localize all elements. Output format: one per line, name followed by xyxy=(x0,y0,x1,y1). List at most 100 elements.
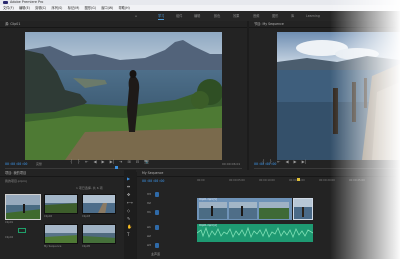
source-timecode[interactable]: 00:00:00:00 xyxy=(5,162,27,166)
project-thumb-label: Clip05 xyxy=(82,245,91,248)
timeline-sequence-tab[interactable]: My Sequence xyxy=(142,170,163,177)
selection-tool-icon[interactable]: ▶ xyxy=(127,176,130,181)
source-scrub-bar[interactable] xyxy=(5,168,242,169)
video-clip-label: Clip01.mp4 [V] xyxy=(199,198,217,201)
program-mark-in-button[interactable]: { xyxy=(262,158,265,166)
overwrite-button[interactable]: ⊟ xyxy=(136,158,139,166)
source-monitor-title[interactable]: 源: Clip01 xyxy=(5,21,20,28)
mark-out-button[interactable]: } xyxy=(78,158,81,166)
project-panel: 项目: 我的项目 我的项目.prproj 1 项已选择, 共 6 项 Clip0… xyxy=(0,170,124,259)
track-label-v2: V2 xyxy=(147,201,151,205)
project-header: 项目: 我的项目 xyxy=(0,170,124,177)
program-go-to-in-button[interactable]: ⇤ xyxy=(277,158,280,166)
source-fit-label[interactable]: 完整 xyxy=(36,162,42,166)
ruler-tick: 00:00:05:00 xyxy=(229,179,245,182)
step-back-button[interactable]: ◀ xyxy=(93,158,96,166)
thumb-hills-image xyxy=(83,225,115,243)
go-to-in-button[interactable]: ⇤ xyxy=(85,158,88,166)
project-item-count: 1 项已选择, 共 6 项 xyxy=(76,186,103,190)
program-step-back-button[interactable]: ◀ xyxy=(285,158,288,166)
timeline-video-clip[interactable]: Clip01.mp4 [V] xyxy=(197,198,292,220)
project-filename: 我的项目.prproj xyxy=(5,179,27,183)
track-label-v1: V1 xyxy=(147,210,151,214)
project-thumb-clip02[interactable] xyxy=(44,194,78,214)
lake-landscape-image xyxy=(25,32,222,160)
track-label-a3: A3 xyxy=(147,243,151,247)
step-forward-button[interactable]: ▶| xyxy=(110,158,114,166)
workspace-tab-learn[interactable]: 学习 xyxy=(158,11,165,21)
play-button[interactable]: ▶ xyxy=(102,158,105,166)
project-thumb-label: Clip04 xyxy=(5,236,14,239)
thumb-field-image xyxy=(45,225,77,243)
project-thumb-clip01[interactable] xyxy=(5,194,41,220)
thumb-dock-image xyxy=(83,195,115,213)
timeline-playhead[interactable] xyxy=(297,178,300,181)
program-monitor-title[interactable]: 节目: My Sequence xyxy=(254,21,284,28)
source-monitor-header: 源: Clip01 xyxy=(0,21,247,28)
sequence-icon[interactable] xyxy=(18,228,26,233)
track-target-v3[interactable] xyxy=(155,192,159,197)
hand-tool-icon[interactable]: ✋ xyxy=(127,224,132,229)
project-thumb-clip05[interactable] xyxy=(82,224,116,244)
mark-in-button[interactable]: { xyxy=(70,158,73,166)
export-frame-icon[interactable]: 📷 xyxy=(144,158,149,166)
workspace-tab-audio[interactable]: 音频 xyxy=(253,11,259,21)
project-thumb-clip04[interactable] xyxy=(44,224,78,244)
timeline-video-clip-2[interactable] xyxy=(293,198,313,220)
track-label-a2: A2 xyxy=(147,234,151,238)
workspace-tab-learning[interactable]: Learning xyxy=(306,11,320,21)
timeline-timecode[interactable]: 00:00:00:00 xyxy=(142,179,164,183)
project-title[interactable]: 项目: 我的项目 xyxy=(5,170,26,177)
project-thumb-label: Clip03 xyxy=(82,215,91,218)
program-video-frame[interactable] xyxy=(277,32,400,160)
rate-stretch-tool-icon[interactable]: ⟷ xyxy=(127,200,133,205)
source-playhead[interactable] xyxy=(115,166,118,169)
tools-panel: ▶ ⇹ ✥ ⟷ ◇ ✎ ✋ T xyxy=(124,170,136,259)
program-step-forward-button[interactable]: ▶| xyxy=(302,158,306,166)
thumb-mountain-image xyxy=(45,195,77,213)
program-monitor-panel: 节目: My Sequence 00:00:00:00 xyxy=(249,21,400,172)
program-play-button[interactable]: ▶ xyxy=(294,158,297,166)
ripple-edit-tool-icon[interactable]: ✥ xyxy=(127,192,130,197)
razor-tool-icon[interactable]: ◇ xyxy=(127,208,130,213)
program-mark-out-button[interactable]: } xyxy=(270,158,273,166)
track-label-v3: V3 xyxy=(147,192,151,196)
track-label-a1: A1 xyxy=(147,225,151,229)
pen-tool-icon[interactable]: ✎ xyxy=(127,216,130,221)
workspace-tab-editing[interactable]: 编辑 xyxy=(194,11,200,21)
track-select-tool-icon[interactable]: ⇹ xyxy=(127,184,130,189)
ruler-tick: 00:00:25:00 xyxy=(349,179,365,182)
pier-lake-image xyxy=(277,32,400,160)
ruler-tick: 00:00:10:00 xyxy=(259,179,275,182)
workspace-tab-assembly[interactable]: 组件 xyxy=(176,11,182,21)
program-transport-controls: { } ⇤ ◀ ▶ ▶| xyxy=(262,158,382,166)
workspace-tab-color[interactable]: 颜色 xyxy=(214,11,220,21)
thumb-lake-image xyxy=(6,195,40,219)
source-video-frame[interactable] xyxy=(25,32,222,160)
workspace-tab-effects[interactable]: 效果 xyxy=(233,11,239,21)
project-thumb-label: Clip02 xyxy=(44,215,53,218)
timeline-audio-clip[interactable]: Clip01.mp4 [A] xyxy=(197,224,313,242)
home-icon[interactable]: ⌂ xyxy=(135,11,137,21)
ruler-tick: 00:00 xyxy=(197,179,205,182)
app-icon xyxy=(3,1,8,4)
workspace-tab-libraries[interactable]: 库 xyxy=(291,11,294,21)
track-target-a1[interactable] xyxy=(155,225,159,230)
track-target-a3[interactable] xyxy=(155,243,159,248)
program-scrub-bar[interactable] xyxy=(254,168,400,169)
workspace-tab-graphics[interactable]: 图形 xyxy=(272,11,278,21)
program-monitor-header: 节目: My Sequence xyxy=(249,21,400,28)
project-thumb-clip03[interactable] xyxy=(82,194,116,214)
ruler-tick: 00:00:20:00 xyxy=(319,179,335,182)
go-to-out-button[interactable]: ⇥ xyxy=(119,158,122,166)
insert-button[interactable]: ⊞ xyxy=(127,158,130,166)
audio-clip-label: Clip01.mp4 [A] xyxy=(199,224,217,227)
master-track-label: 主声道 xyxy=(151,252,161,256)
source-monitor-panel: 源: Clip01 00:00:00:00 完整 00:00:06:01 xyxy=(0,21,247,172)
clip-filmstrip-image xyxy=(197,198,292,220)
workspace-bar: ⌂ 学习 组件 编辑 颜色 效果 音频 图形 库 Learning xyxy=(0,11,400,21)
source-transport-controls: { } ⇤ ◀ ▶ ▶| ⇥ ⊞ ⊟ 📷 xyxy=(70,158,190,166)
track-target-v1[interactable] xyxy=(155,210,159,215)
type-tool-icon[interactable]: T xyxy=(127,232,129,237)
timeline-header: My Sequence xyxy=(137,170,400,177)
